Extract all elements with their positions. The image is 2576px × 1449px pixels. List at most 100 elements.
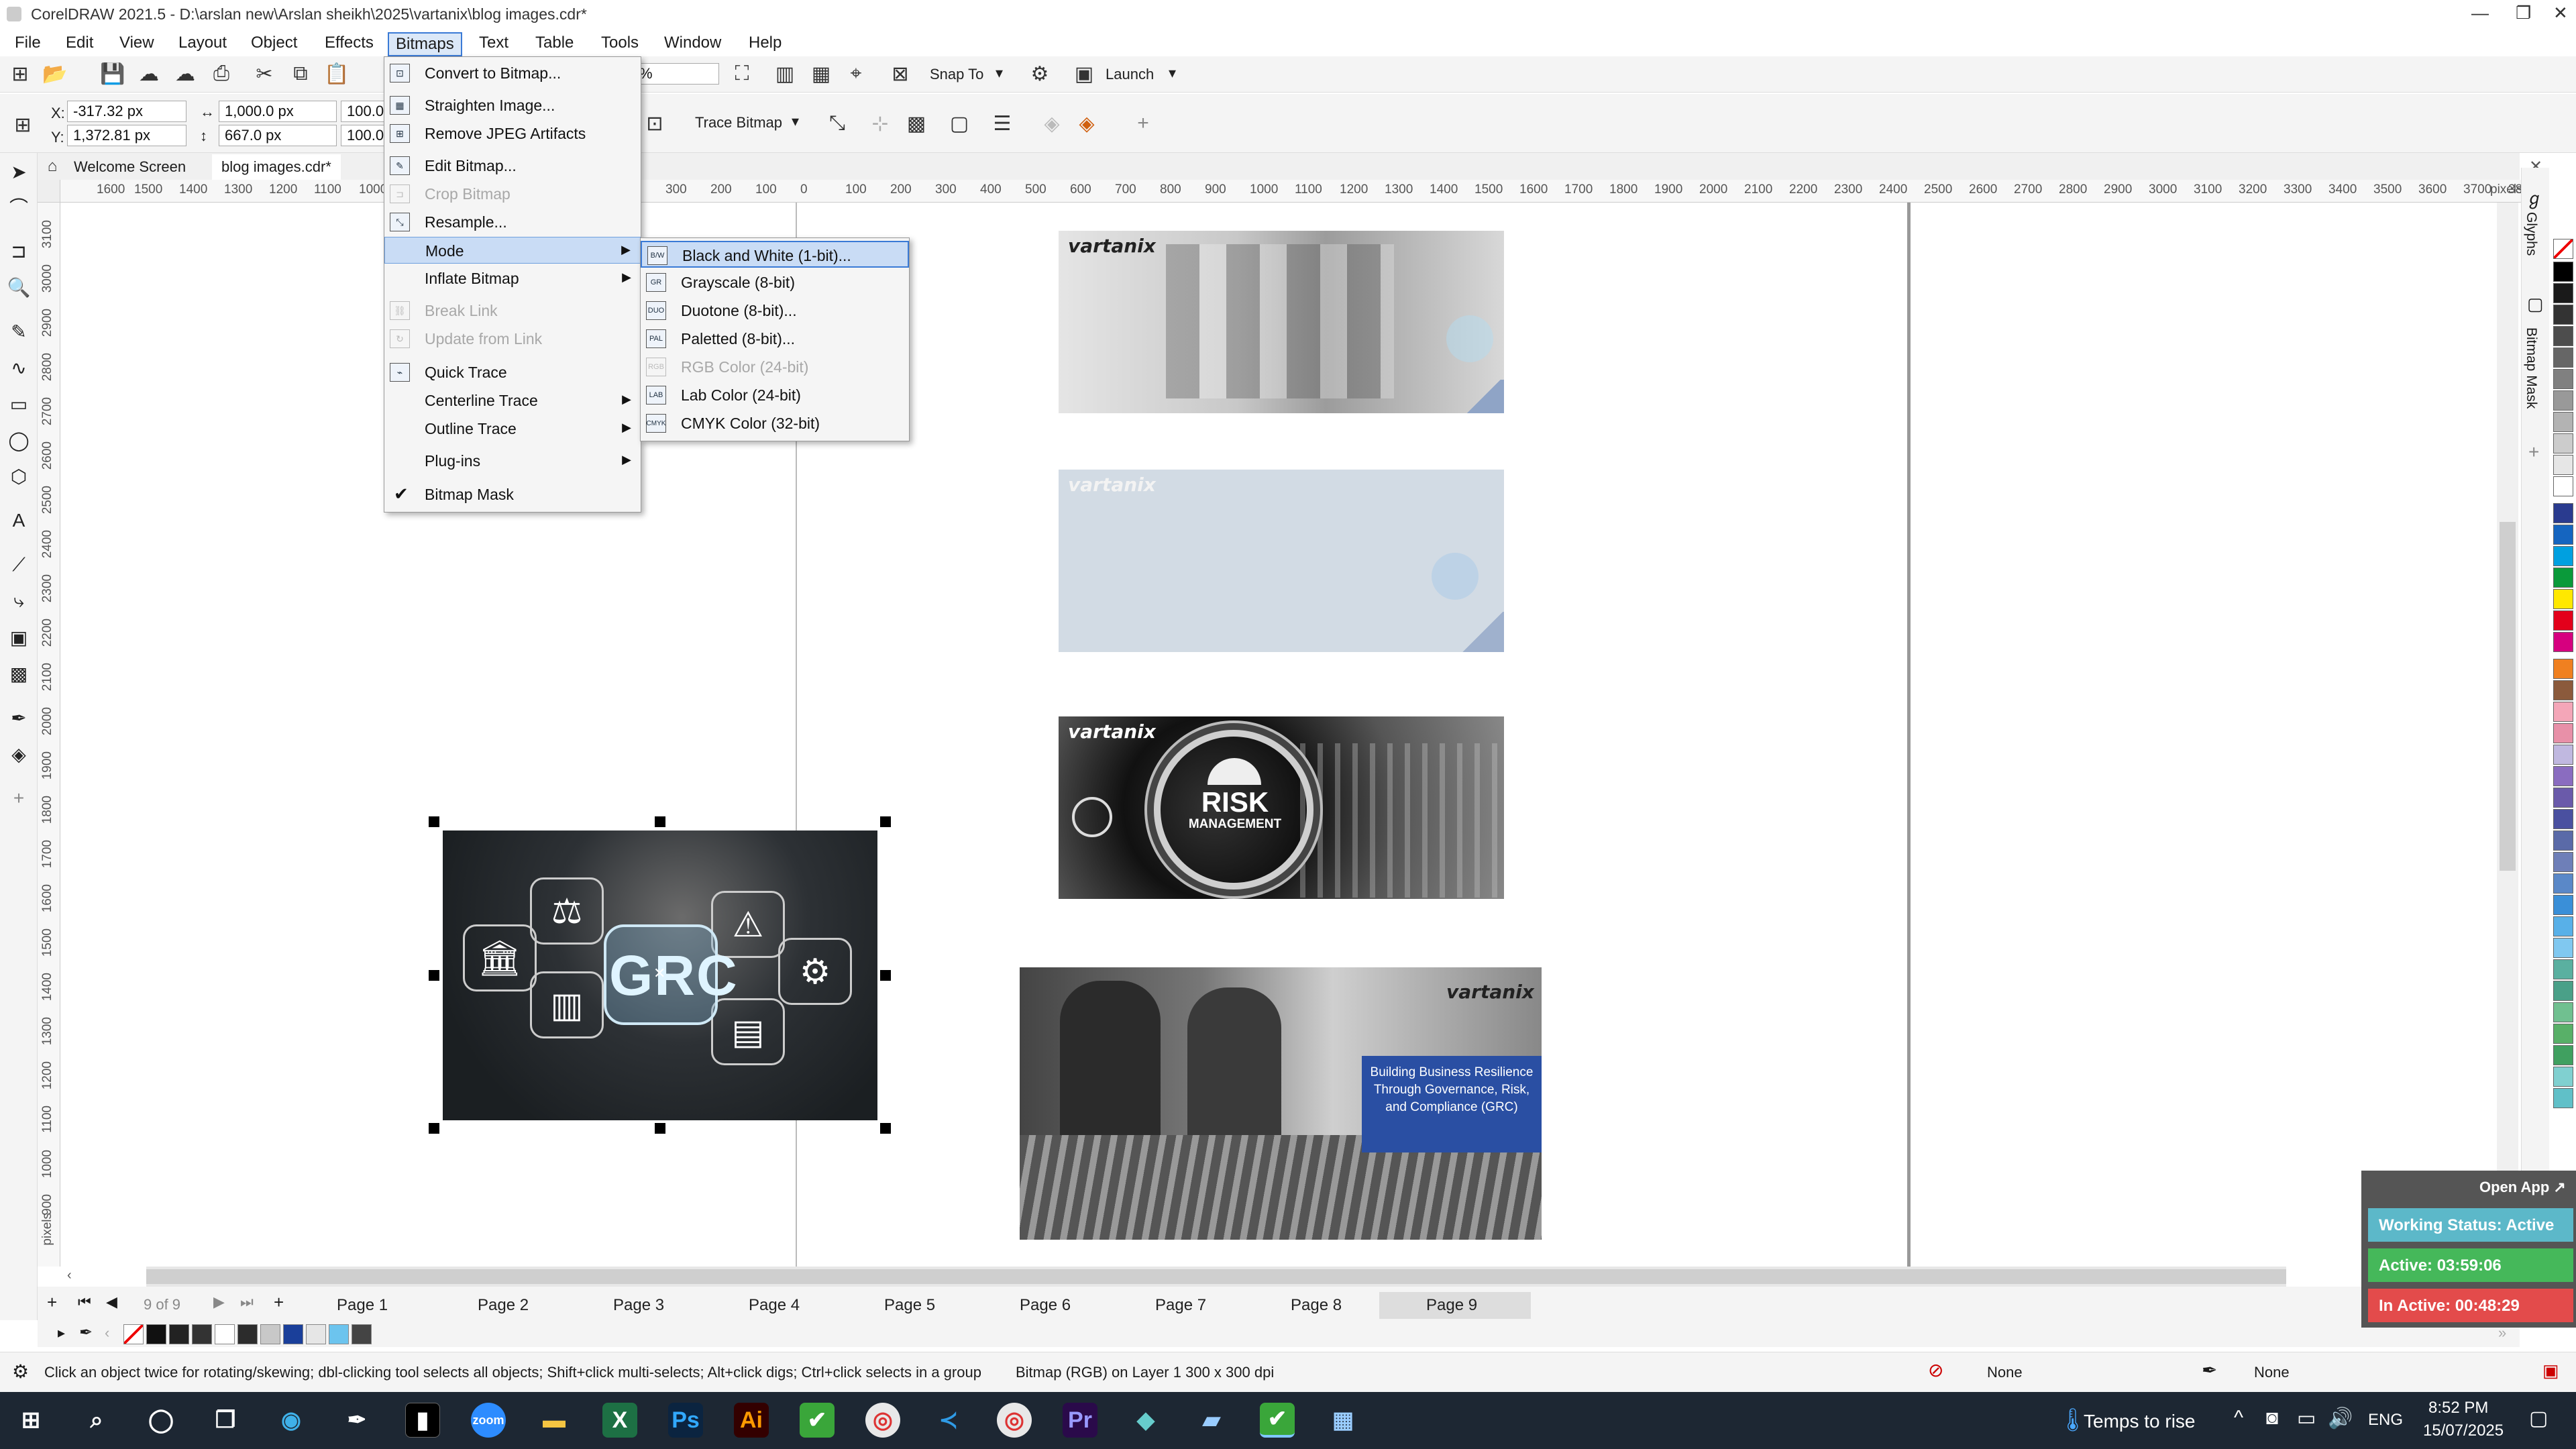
minimize-button[interactable]: — — [2471, 3, 2489, 23]
search-icon[interactable]: ⌕ — [79, 1403, 114, 1438]
swatch-light-blue[interactable] — [2553, 916, 2573, 936]
page-tab-5[interactable]: Page 5 — [877, 1292, 942, 1319]
swatch-navy[interactable] — [2553, 503, 2573, 523]
swatch-turquoise[interactable] — [2553, 1088, 2573, 1108]
text-tool-icon[interactable]: A — [7, 508, 31, 533]
vertical-scroll-thumb[interactable] — [2500, 522, 2516, 871]
launch-dropdown[interactable]: Launch — [1106, 66, 1154, 83]
coreldraw-active-icon[interactable]: ✔ — [1260, 1403, 1295, 1438]
new-document-icon[interactable]: ⊞ — [7, 60, 34, 87]
menu-item-grayscale[interactable]: GR Grayscale (8-bit) — [641, 269, 909, 296]
bitmap-page-2[interactable]: vartanix — [1059, 470, 1504, 652]
swatch-pink[interactable] — [2553, 702, 2573, 722]
swatch-slate[interactable] — [352, 1324, 372, 1344]
drop-shadow-icon[interactable]: ▣ — [7, 625, 31, 649]
page-tab-6[interactable]: Page 6 — [1013, 1292, 1077, 1319]
trace-chevron-icon[interactable]: ▾ — [792, 113, 799, 130]
swatch-sky[interactable] — [2553, 873, 2573, 894]
menu-item-edit-bitmap[interactable]: ✎ Edit Bitmap... — [384, 152, 641, 179]
swatch-red[interactable] — [2553, 610, 2573, 631]
zoom-to-page-icon[interactable]: ⛶ — [729, 60, 755, 87]
layers-icon[interactable]: ◈ — [1073, 110, 1100, 137]
grid-icon[interactable]: ▦ — [808, 60, 835, 87]
menu-window[interactable]: Window — [657, 32, 728, 54]
selection-handle[interactable] — [880, 816, 891, 827]
close-button[interactable]: ✕ — [2553, 3, 2568, 23]
last-page-icon[interactable]: ⏭ — [240, 1293, 254, 1311]
photoshop-icon[interactable]: Ps — [668, 1403, 703, 1438]
add-icon[interactable]: + — [1130, 110, 1157, 137]
menu-item-centerline-trace[interactable]: Centerline Trace ▶ — [384, 387, 641, 414]
selection-handle[interactable] — [429, 816, 439, 827]
crop-icon[interactable]: ⤡ — [824, 110, 851, 137]
menu-item-lab-color[interactable]: LAB Lab Color (24-bit) — [641, 382, 909, 409]
file-explorer-icon[interactable]: ▬ — [537, 1403, 572, 1438]
swatch-green[interactable] — [2553, 568, 2573, 588]
swatch-blue[interactable] — [2553, 525, 2573, 545]
swatch-gray-90[interactable] — [2553, 283, 2573, 303]
launch-chevron-icon[interactable]: ▾ — [1169, 64, 1176, 82]
menu-effects[interactable]: Effects — [318, 32, 380, 54]
rulers-icon[interactable]: ▥ — [771, 60, 798, 87]
edit-bitmap-icon[interactable]: ⊡ — [641, 110, 668, 137]
prev-page-icon[interactable]: ◀ — [106, 1293, 117, 1311]
docker-tab-bitmap-mask[interactable]: Bitmap Mask — [2523, 327, 2539, 409]
snap-off-icon[interactable]: ⊠ — [887, 60, 914, 87]
edge-icon[interactable]: ◉ — [274, 1403, 309, 1438]
illustrator-icon[interactable]: Ai — [734, 1403, 769, 1438]
language-indicator[interactable]: ENG — [2368, 1411, 2403, 1430]
menu-object[interactable]: Object — [244, 32, 304, 54]
windows-start-icon[interactable]: ⊞ — [13, 1403, 48, 1438]
copy-icon[interactable]: ⧉ — [287, 60, 314, 87]
guidelines-icon[interactable]: ⌖ — [843, 60, 869, 87]
vertical-ruler[interactable]: 3100 3000 2900 2800 2700 2600 2500 2400 2300 2200… — [38, 180, 60, 1267]
tray-chevron-icon[interactable]: ^ — [2234, 1407, 2243, 1430]
swatch-pale-blue[interactable] — [2553, 938, 2573, 958]
swatch-brown[interactable] — [2553, 680, 2573, 700]
paste-icon[interactable]: 📋 — [323, 60, 350, 87]
no-color-swatch[interactable] — [2553, 239, 2573, 259]
volume-icon[interactable]: 🔊 — [2328, 1407, 2353, 1430]
status-color-icon[interactable]: ▣ — [2542, 1360, 2559, 1381]
maximize-button[interactable]: ❐ — [2516, 3, 2531, 23]
tab-blog-images[interactable]: blog images.cdr* — [212, 154, 341, 180]
chrome-alt-icon[interactable]: ◎ — [997, 1403, 1032, 1438]
menu-item-remove-jpeg-artifacts[interactable]: ⊞ Remove JPEG Artifacts — [384, 120, 641, 147]
menu-item-cmyk-color[interactable]: CMYK CMYK Color (32-bit) — [641, 410, 909, 437]
cloud-download-icon[interactable]: ☁ — [172, 60, 199, 87]
bitmap-page-4[interactable]: vartanix Building Business Resilience Th… — [1020, 967, 1542, 1240]
ellipse-tool-icon[interactable]: ◯ — [7, 428, 31, 452]
menu-item-resample[interactable]: ⤡ Resample... — [384, 209, 641, 235]
menu-item-quick-trace[interactable]: ⌁ Quick Trace — [384, 359, 641, 386]
rectangle-tool-icon[interactable]: ▭ — [7, 392, 31, 416]
network-icon[interactable]: ▭ — [2297, 1407, 2316, 1430]
snap-chevron-icon[interactable]: ▾ — [996, 64, 1003, 82]
coreldraw-icon[interactable]: ✔ — [800, 1403, 835, 1438]
tab-welcome-screen[interactable]: Welcome Screen — [64, 154, 196, 180]
selection-handle[interactable] — [655, 816, 665, 827]
menu-view[interactable]: View — [113, 32, 161, 54]
docker-tab-glyphs[interactable]: Glyphs — [2523, 212, 2539, 256]
terminal-icon[interactable]: ▮ — [405, 1403, 440, 1438]
menu-bitmaps[interactable]: Bitmaps — [388, 32, 462, 56]
vscode-icon[interactable]: ≺ — [931, 1403, 966, 1438]
swatch-magenta[interactable] — [2553, 632, 2573, 652]
swatch-emerald[interactable] — [2553, 1045, 2573, 1065]
outline-icon[interactable]: ✒ — [2202, 1359, 2217, 1381]
crop-tool-icon[interactable]: ⊐ — [7, 239, 31, 263]
swatch-gray-50[interactable] — [2553, 369, 2573, 389]
tray-app-icon[interactable]: ◙ — [2266, 1407, 2278, 1430]
premiere-icon[interactable]: Pr — [1063, 1403, 1097, 1438]
page-tab-4[interactable]: Page 4 — [742, 1292, 806, 1319]
horizontal-scrollbar[interactable] — [146, 1267, 2286, 1287]
swatch-sea-green[interactable] — [2553, 981, 2573, 1001]
eyedropper-icon[interactable]: ✒ — [7, 706, 31, 730]
menu-item-paletted[interactable]: PAL Paletted (8-bit)... — [641, 325, 909, 352]
swatch-graphite[interactable] — [237, 1324, 258, 1344]
menu-item-inflate-bitmap[interactable]: Inflate Bitmap ▶ — [384, 265, 641, 292]
snap-to-dropdown[interactable]: Snap To — [930, 66, 983, 83]
save-icon[interactable]: 💾 — [99, 60, 126, 87]
swatch-black[interactable] — [2553, 262, 2573, 282]
shape-tool-icon[interactable]: ⌒ — [7, 195, 31, 219]
bitmap-page-3[interactable]: RISK MANAGEMENT vartanix — [1059, 716, 1504, 899]
